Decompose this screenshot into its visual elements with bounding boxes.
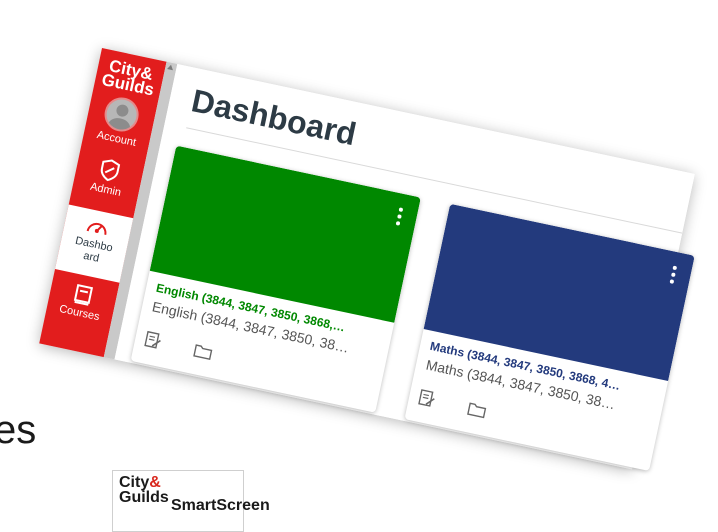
kebab-menu-icon[interactable] (668, 265, 678, 288)
nav-item-admin[interactable]: Admin (72, 152, 144, 203)
scroll-up-arrow-icon[interactable] (167, 64, 174, 71)
smartscreen-logo-text: SmartScreen (171, 497, 270, 514)
nav-item-account[interactable]: Account (83, 91, 158, 152)
courses-book-icon (73, 284, 94, 306)
shield-icon (100, 159, 121, 182)
course-card-english[interactable]: English (3844, 3847, 3850, 3868,… Englis… (130, 145, 421, 413)
folder-icon[interactable] (467, 400, 488, 419)
canvas-dashboard-screenshot: City& Guilds Account Admin Dashboard Cou… (39, 48, 695, 471)
main-content: Dashboard English (3844, 3847, 3850, 386… (114, 64, 695, 471)
user-avatar-icon (101, 94, 142, 135)
dashboard-gauge-icon (86, 222, 107, 235)
city-guilds-logo[interactable]: City& Guilds (100, 56, 159, 99)
course-card-maths[interactable]: Maths (3844, 3847, 3850, 3868, 4… Maths … (404, 203, 695, 471)
nav-item-courses[interactable]: Courses (46, 277, 118, 326)
city-guilds-logo-mark: City& Guilds (119, 474, 169, 506)
assignments-icon[interactable] (144, 330, 163, 351)
course-card-actions (417, 388, 518, 431)
nav-item-label: Dashboard (74, 234, 114, 265)
smartscreen-logo: City& Guilds SmartScreen (112, 470, 270, 532)
course-card-actions (143, 330, 244, 373)
folder-icon[interactable] (193, 342, 214, 361)
page-title: Dashboard (188, 82, 360, 153)
background-partial-text: es (0, 408, 37, 452)
kebab-menu-icon[interactable] (394, 207, 404, 230)
assignments-icon[interactable] (418, 388, 437, 409)
